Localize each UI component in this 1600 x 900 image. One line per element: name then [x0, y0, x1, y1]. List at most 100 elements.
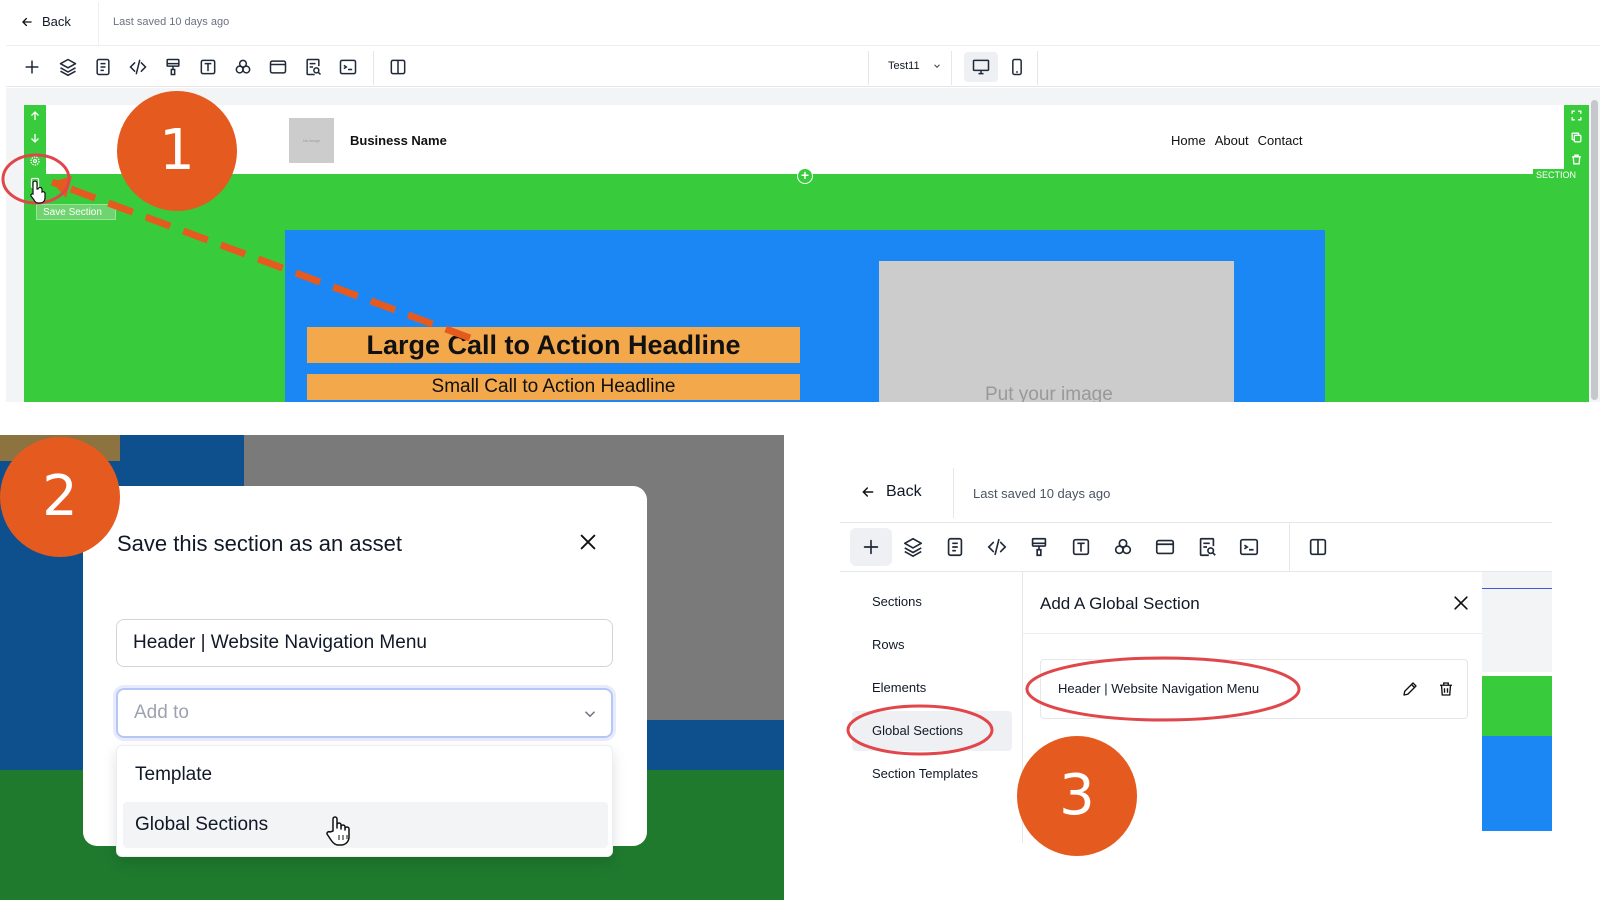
toolbar-separator [373, 51, 374, 85]
global-sections-screenshot: Back Last saved 10 days ago Sections Row… [840, 463, 1552, 843]
nav-link-about[interactable]: About [1215, 133, 1249, 148]
terminal-icon[interactable] [1238, 536, 1260, 558]
divider [1022, 633, 1482, 634]
close-icon[interactable] [1451, 593, 1471, 613]
shapes-icon[interactable] [233, 57, 253, 77]
asset-name-input[interactable]: Header | Website Navigation Menu [116, 619, 613, 667]
desktop-view-button[interactable] [964, 52, 998, 82]
nav-item-global-sections[interactable]: Global Sections [872, 723, 963, 738]
gear-icon[interactable] [29, 155, 41, 167]
toolbar-separator [1289, 523, 1290, 571]
option-template[interactable]: Template [123, 752, 608, 798]
paint-icon[interactable] [163, 57, 183, 77]
page-icon[interactable] [93, 57, 113, 77]
layers-icon[interactable] [58, 57, 78, 77]
arrow-left-icon [22, 17, 32, 26]
mobile-icon[interactable] [1007, 57, 1027, 77]
option-global-sections[interactable]: Global Sections [123, 802, 608, 848]
desktop-icon [972, 59, 990, 75]
add-section-button[interactable]: + [797, 168, 813, 184]
expand-icon[interactable] [1570, 109, 1583, 122]
step-badge-1: 1 [117, 91, 237, 211]
scrollbar-thumb[interactable] [1591, 100, 1598, 400]
page-select-value: Test11 [888, 60, 920, 72]
background-blue-area [630, 720, 784, 770]
step-badge-3: 3 [1017, 736, 1137, 856]
toolbar-separator [1037, 51, 1038, 85]
chevron-down-icon [584, 711, 596, 718]
toolbar-separator [951, 51, 952, 85]
plus-icon[interactable] [860, 536, 882, 558]
cta-large-headline[interactable]: Large Call to Action Headline [307, 327, 800, 363]
divider [953, 468, 954, 518]
panel-title: Add A Global Section [1040, 594, 1200, 613]
cta-small-headline[interactable]: Small Call to Action Headline [307, 374, 800, 400]
browser-icon[interactable] [268, 57, 288, 77]
text-icon[interactable] [198, 57, 218, 77]
logo-placeholder[interactable]: No image [289, 118, 334, 163]
nav-item-elements[interactable]: Elements [872, 680, 926, 695]
builder-toolbar [840, 523, 1552, 571]
search-doc-icon[interactable] [1196, 536, 1218, 558]
back-button[interactable]: Back [860, 483, 922, 501]
back-button[interactable]: Back [20, 14, 71, 29]
duplicate-icon[interactable] [1570, 131, 1583, 144]
code-icon[interactable] [986, 536, 1008, 558]
hand-cursor-icon [326, 816, 350, 846]
browser-icon[interactable] [1154, 536, 1176, 558]
terminal-icon[interactable] [338, 57, 358, 77]
save-section-tooltip: Save Section [36, 204, 116, 220]
nav-item-rows[interactable]: Rows [872, 637, 905, 652]
top-bar [6, 0, 1600, 46]
business-name[interactable]: Business Name [350, 133, 447, 148]
image-placeholder[interactable] [879, 261, 1234, 402]
logo-placeholder-text: No image [302, 138, 321, 143]
arrow-left-icon [862, 487, 874, 497]
site-nav: Home About Contact [1171, 133, 1302, 148]
save-section-icon[interactable] [29, 177, 41, 189]
page-select[interactable]: Test11 [888, 60, 942, 72]
paint-icon[interactable] [1028, 536, 1050, 558]
pencil-icon[interactable] [1401, 680, 1419, 698]
image-placeholder-text: Put your image [985, 384, 1113, 402]
page-icon[interactable] [944, 536, 966, 558]
search-doc-icon[interactable] [303, 57, 323, 77]
builder-toolbar: Test11 [6, 47, 1600, 87]
back-label: Back [42, 14, 71, 29]
split-view-icon[interactable] [1307, 536, 1329, 558]
last-saved-text: Last saved 10 days ago [973, 486, 1111, 501]
nav-item-section-templates[interactable]: Section Templates [872, 766, 978, 781]
last-saved-text: Last saved 10 days ago [113, 16, 230, 28]
text-icon[interactable] [1070, 536, 1092, 558]
layers-icon[interactable] [902, 536, 924, 558]
canvas-preview [1482, 572, 1552, 672]
split-view-icon[interactable] [388, 57, 408, 77]
canvas-green-section [1482, 676, 1552, 736]
modal-title: Save this section as an asset [117, 531, 402, 556]
toolbar-separator [868, 51, 869, 85]
nav-link-contact[interactable]: Contact [1258, 133, 1303, 148]
builder-editor-screenshot: Back Last saved 10 days ago Test11 No im… [0, 0, 1600, 402]
add-to-dropdown: Template Global Sections [116, 745, 613, 857]
arrow-up-icon[interactable] [29, 110, 41, 122]
canvas-blue-row [1482, 736, 1552, 831]
plus-icon[interactable] [22, 57, 42, 77]
step-badge-2: 2 [0, 437, 120, 557]
section-tag: SECTION [1533, 169, 1580, 181]
nav-link-home[interactable]: Home [1171, 133, 1206, 148]
tutorial-collage: Back Last saved 10 days ago Test11 No im… [0, 0, 1600, 900]
divider [98, 2, 99, 46]
canvas-line [1482, 588, 1552, 589]
nav-item-sections[interactable]: Sections [872, 594, 922, 609]
trash-icon[interactable] [1570, 153, 1583, 166]
back-label: Back [886, 483, 922, 500]
shapes-icon[interactable] [1112, 536, 1134, 558]
close-icon[interactable] [577, 531, 599, 553]
global-section-name: Header | Website Navigation Menu [1058, 681, 1260, 696]
add-to-select[interactable]: Add to [116, 688, 613, 738]
site-header[interactable] [46, 105, 1564, 175]
trash-icon[interactable] [1437, 680, 1455, 698]
chevron-down-icon [933, 64, 940, 68]
arrow-down-icon[interactable] [29, 132, 41, 144]
code-icon[interactable] [128, 57, 148, 77]
